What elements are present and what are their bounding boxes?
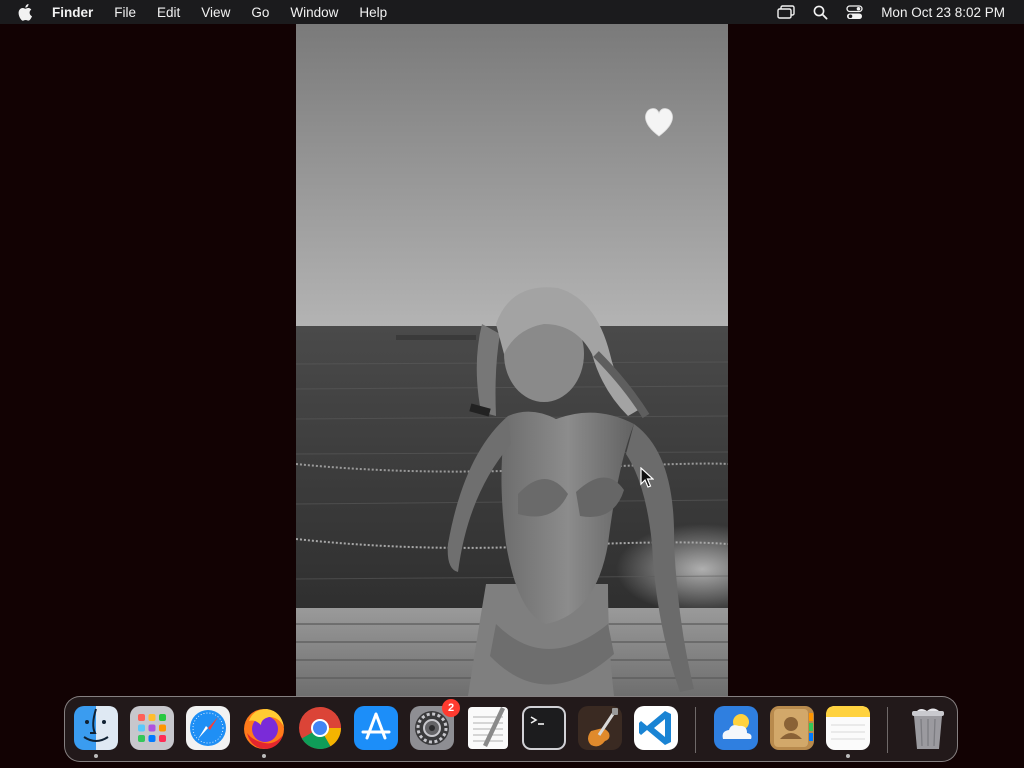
menu-help[interactable]: Help [359,5,387,20]
dock-contacts[interactable] [769,705,815,751]
dock-garageband[interactable] [577,705,623,751]
dock-weather[interactable] [713,705,759,751]
dock-finder[interactable] [73,705,119,758]
menu-window[interactable]: Window [290,5,338,20]
garageband-icon [578,706,622,750]
menu-bar-clock[interactable]: Mon Oct 23 8:02 PM [881,5,1005,20]
dock: 2 [64,696,958,762]
dock-terminal[interactable] [521,705,567,751]
menu-file[interactable]: File [114,5,136,20]
terminal-icon [522,706,566,750]
trash-icon [912,708,944,749]
dock-launchpad[interactable] [129,705,175,751]
finder-icon [74,706,118,750]
dock-safari[interactable] [185,705,231,751]
running-indicator [846,754,850,758]
dock-chrome[interactable] [297,705,343,751]
running-indicator [262,754,266,758]
vscode-icon [634,706,678,750]
apple-menu-icon[interactable] [18,3,36,21]
dock-app-store[interactable] [353,705,399,751]
firefox-icon [244,709,284,749]
dock-trash[interactable] [905,705,951,751]
app-store-icon [354,706,398,750]
menu-go[interactable]: Go [251,5,269,20]
safari-icon [186,706,230,750]
black-and-white-photo [296,24,728,696]
dock-firefox[interactable] [241,705,287,758]
menu-edit[interactable]: Edit [157,5,180,20]
control-center-icon[interactable] [845,3,863,21]
screen-mirroring-icon[interactable] [777,3,795,21]
menu-view[interactable]: View [201,5,230,20]
launchpad-icon [130,706,174,750]
dock-system-settings[interactable]: 2 [409,699,460,751]
spotlight-search-icon[interactable] [811,3,829,21]
chrome-icon [299,707,341,750]
notes-icon [826,706,870,750]
dock-vscode[interactable] [633,705,679,751]
weather-icon [714,706,758,750]
dock-separator [887,707,888,753]
mouse-cursor-icon [640,466,655,489]
running-indicator [94,754,98,758]
menu-bar: Finder File Edit View Go Window Help Mon… [0,0,1024,24]
textedit-icon [468,707,508,749]
menu-app-name[interactable]: Finder [52,5,93,20]
dock-separator [695,707,696,753]
notification-badge: 2 [442,699,460,717]
contacts-icon [770,706,814,750]
dock-notes[interactable] [825,705,871,758]
photo-viewer [296,24,728,696]
dock-textedit[interactable] [465,705,511,751]
